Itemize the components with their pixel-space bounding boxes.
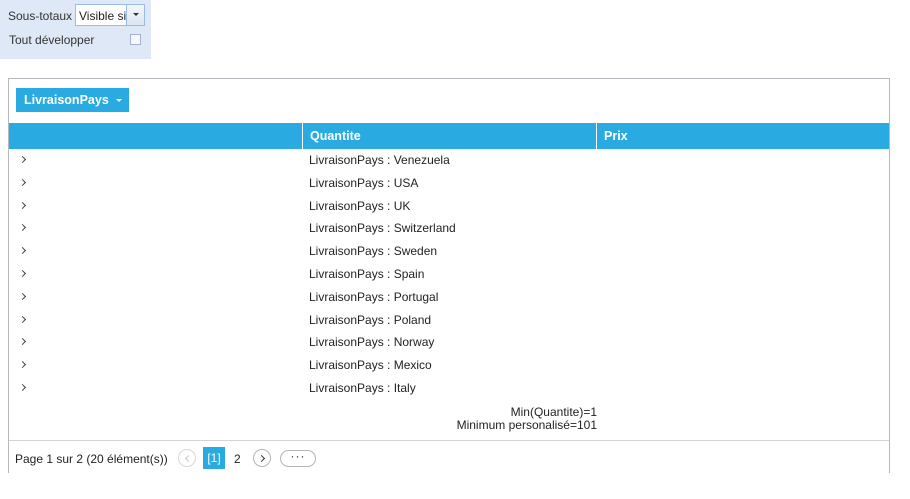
expand-all-label: Tout développer xyxy=(9,33,95,47)
row-label: LivraisonPays : UK xyxy=(309,198,411,213)
table-row: LivraisonPays : Italy xyxy=(9,377,889,400)
summary-minimum-personalise: Minimum personalisé=101 xyxy=(456,418,597,432)
chevron-right-icon[interactable] xyxy=(19,360,27,370)
expand-all-checkbox[interactable] xyxy=(130,34,141,45)
row-label: LivraisonPays : Switzerland xyxy=(309,221,456,236)
table-row: LivraisonPays : Switzerland xyxy=(9,217,889,240)
options-panel: Sous-totaux Visible si Tout développer xyxy=(0,0,151,59)
prev-page-button[interactable] xyxy=(178,449,196,467)
current-page[interactable]: [1] xyxy=(203,447,225,469)
table-row: LivraisonPays : UK xyxy=(9,195,889,218)
row-label: LivraisonPays : Sweden xyxy=(309,244,438,259)
row-label: LivraisonPays : USA xyxy=(309,175,419,190)
subtotals-select-value: Visible si xyxy=(79,9,127,23)
chevron-right-icon[interactable] xyxy=(19,315,27,325)
summary-values: Min(Quantite)=1 Minimum personalisé=101 xyxy=(303,406,597,432)
row-label: LivraisonPays : Mexico xyxy=(309,358,432,373)
chevron-right-icon[interactable] xyxy=(19,201,27,211)
row-label: LivraisonPays : Venezuela xyxy=(309,153,450,167)
chevron-down-icon[interactable] xyxy=(126,5,144,25)
row-label: LivraisonPays : Norway xyxy=(309,335,435,350)
column-header-quantite[interactable]: Quantite xyxy=(302,123,596,149)
table-row: LivraisonPays : Portugal xyxy=(9,286,889,309)
caret-down-icon xyxy=(115,99,122,102)
more-pages-button[interactable]: ··· xyxy=(280,450,316,467)
subtotals-label: Sous-totaux xyxy=(8,9,73,23)
row-label: LivraisonPays : Portugal xyxy=(309,289,439,304)
pivot-rows: LivraisonPays : Venezuela LivraisonPays … xyxy=(9,149,889,400)
column-header-prix[interactable]: Prix xyxy=(596,123,889,149)
table-row: LivraisonPays : Poland xyxy=(9,309,889,332)
chevron-right-icon[interactable] xyxy=(19,337,27,347)
subtotals-select[interactable]: Visible si xyxy=(75,4,145,26)
chevron-right-icon[interactable] xyxy=(19,178,27,188)
page-2-link[interactable]: 2 xyxy=(234,452,241,466)
row-label: LivraisonPays : Italy xyxy=(309,380,416,395)
table-row: LivraisonPays : Norway xyxy=(9,331,889,354)
table-row: LivraisonPays : Venezuela xyxy=(9,149,889,172)
column-header-row-area[interactable] xyxy=(9,123,302,149)
chevron-right-icon[interactable] xyxy=(19,269,27,279)
pager-info: Page 1 sur 2 (20 élément(s)) xyxy=(15,452,168,466)
table-row: LivraisonPays : Sweden xyxy=(9,240,889,263)
chevron-right-icon[interactable] xyxy=(19,246,27,256)
row-label: LivraisonPays : Spain xyxy=(309,266,425,281)
chevron-right-icon[interactable] xyxy=(19,155,27,165)
field-button-label: LivraisonPays xyxy=(24,93,109,107)
pager: Page 1 sur 2 (20 élément(s)) [1] 2 ··· xyxy=(9,440,889,473)
row-label: LivraisonPays : Poland xyxy=(309,312,432,327)
next-page-button[interactable] xyxy=(253,449,271,467)
table-row: LivraisonPays : Spain xyxy=(9,263,889,286)
table-row: LivraisonPays : USA xyxy=(9,172,889,195)
table-row: LivraisonPays : Mexico xyxy=(9,354,889,377)
field-button-livraisonpays[interactable]: LivraisonPays xyxy=(16,88,129,112)
chevron-right-icon[interactable] xyxy=(19,292,27,302)
pivot-grid: LivraisonPays Quantite Prix LivraisonPay… xyxy=(8,78,890,473)
chevron-right-icon[interactable] xyxy=(19,223,27,233)
chevron-right-icon[interactable] xyxy=(19,383,27,393)
column-header: Quantite Prix xyxy=(9,123,889,149)
